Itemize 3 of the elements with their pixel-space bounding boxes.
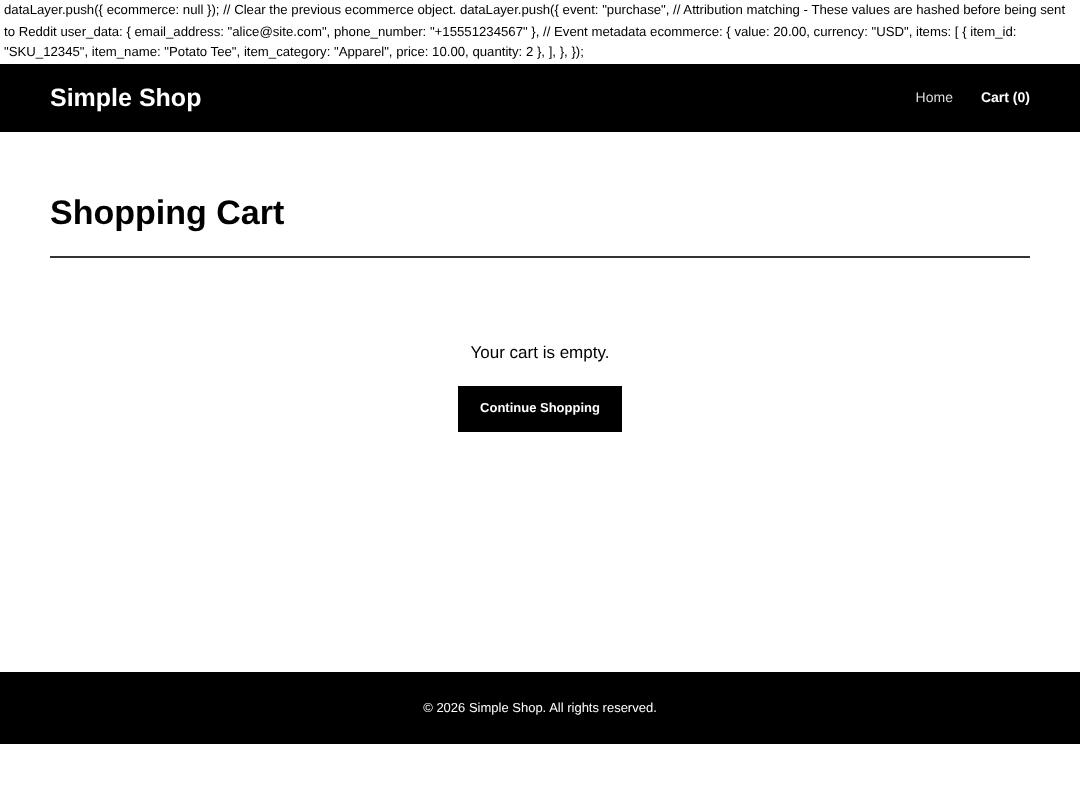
- page-title: Shopping Cart: [50, 192, 287, 236]
- empty-cart-message: Your cart is empty.: [470, 342, 610, 362]
- shop-logo-text[interactable]: Simple Shop: [50, 84, 202, 112]
